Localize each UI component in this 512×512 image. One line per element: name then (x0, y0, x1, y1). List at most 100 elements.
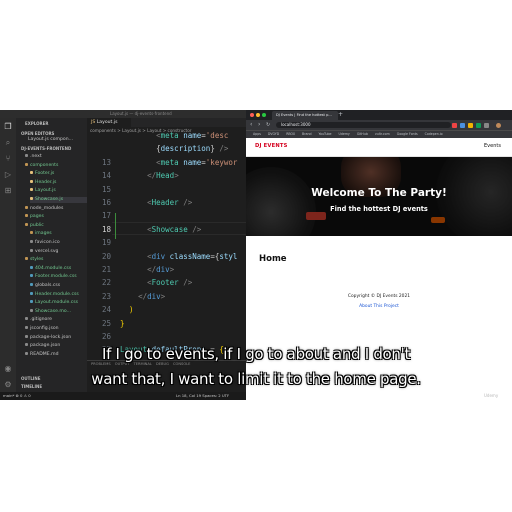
file-icon (30, 248, 33, 252)
minimize-window-icon[interactable] (256, 113, 260, 117)
vscode-titlebar: Layout.js — dj-events-frontend (0, 110, 246, 118)
tree-item[interactable]: Header.js (30, 179, 87, 186)
search-icon[interactable]: ⌕ (3, 138, 13, 148)
profile-avatar[interactable] (496, 123, 501, 128)
tree-item-label: components (30, 162, 59, 168)
tree-item[interactable]: Showcase.js (30, 197, 87, 203)
tree-item-label: node_modules (30, 205, 64, 211)
browser-tab[interactable]: DJ Events | Find the hottest p... (272, 111, 338, 120)
code-line[interactable]: {description} /> (120, 144, 228, 153)
project-header[interactable]: DJ-EVENTS-FRONTEND (21, 146, 71, 151)
tree-item[interactable]: Footer.module.css (30, 274, 87, 280)
bookmark-item[interactable]: Google Fonts (397, 132, 418, 136)
tree-item[interactable]: pages (25, 214, 87, 220)
tree-item[interactable]: Layout.module.css (30, 300, 87, 306)
tree-item[interactable]: images (30, 231, 87, 237)
tree-item[interactable]: node_modules (25, 205, 87, 212)
file-icon (30, 179, 33, 183)
bookmark-item[interactable]: GitHub (357, 132, 368, 136)
code-line[interactable]: </Head> (120, 171, 179, 180)
tree-item[interactable]: favicon.ico (30, 240, 87, 246)
tree-item-label: 404.module.css (35, 265, 72, 271)
back-icon[interactable]: ‹ (250, 121, 252, 129)
tree-item[interactable]: .gitignore (25, 317, 87, 323)
explorer-title: EXPLORER (25, 121, 49, 126)
browser-toolbar: ‹ › ↻ localhost:3000 (246, 120, 512, 130)
bookmark-item[interactable]: RBOX (286, 132, 295, 136)
extension-icon[interactable] (452, 123, 457, 128)
status-right[interactable]: Ln 18, Col 19 Spaces: 2 UTF (176, 393, 229, 398)
line-number: 23 (101, 291, 111, 301)
line-number: 19 (101, 238, 111, 248)
tree-item[interactable]: .next (25, 154, 87, 160)
bookmark-item[interactable]: Udemy (339, 132, 350, 136)
line-number: 16 (101, 198, 111, 207)
maximize-window-icon[interactable] (262, 113, 266, 117)
file-icon (25, 222, 28, 226)
tree-item[interactable]: Footer.js (30, 171, 87, 177)
tree-item[interactable]: Showcase.mo... (30, 308, 87, 315)
code-line[interactable]: <meta name='keywor (120, 158, 237, 167)
code-line[interactable]: <meta name='desc (120, 131, 228, 140)
tree-item-label: .next (30, 154, 42, 159)
tree-item[interactable]: 404.module.css (30, 265, 87, 272)
tree-item[interactable]: public (25, 222, 87, 229)
run-debug-icon[interactable]: ▷ (3, 170, 13, 180)
tree-item-label: images (35, 231, 52, 237)
footer-about-link[interactable]: About This Project (246, 304, 512, 309)
tree-item-label: Footer.module.css (35, 274, 77, 280)
file-icon (30, 283, 33, 286)
tree-item[interactable]: package-lock.json (25, 334, 87, 341)
extension-icon[interactable] (484, 123, 489, 128)
extension-icon[interactable] (460, 123, 465, 128)
address-bar[interactable]: localhost:3000 (276, 122, 451, 128)
code-line[interactable]: <Footer /> (120, 278, 192, 287)
tree-item[interactable]: styles (25, 257, 87, 263)
code-line[interactable]: <Header /> (120, 198, 192, 207)
extension-icon[interactable] (468, 123, 473, 128)
video-frame: Layout.js — dj-events-frontend ❐ ⌕ ⑂ ▷ ⊞… (0, 0, 512, 512)
file-icon (30, 197, 33, 200)
open-editor-item[interactable]: Layout.js compon... (28, 137, 73, 143)
source-control-icon[interactable]: ⑂ (3, 154, 13, 164)
tree-item[interactable]: jsconfig.json (25, 326, 87, 332)
extensions-icon[interactable]: ⊞ (3, 186, 13, 196)
footer-copyright: Copyright © DJ Events 2021 (347, 294, 411, 299)
tree-item-label: .gitignore (30, 317, 52, 323)
window-title: Layout.js — dj-events-frontend (110, 111, 172, 116)
tree-item[interactable]: globals.css (30, 283, 87, 289)
extension-icon[interactable] (476, 123, 481, 128)
tree-item[interactable]: Header.module.css (30, 291, 87, 298)
file-icon (25, 154, 28, 157)
bookmark-item[interactable]: Brand (302, 132, 312, 136)
tree-item-label: favicon.ico (35, 240, 60, 245)
tree-item-label: Layout.module.css (35, 300, 79, 306)
tree-item-label: pages (30, 214, 44, 220)
close-window-icon[interactable] (250, 113, 254, 117)
site-logo[interactable]: DJ EVENTS (255, 143, 288, 149)
file-icon (25, 334, 28, 338)
new-tab-icon[interactable]: + (338, 111, 343, 118)
tree-item-label: Header.js (35, 179, 57, 185)
nav-link-events[interactable]: Events (484, 143, 501, 149)
code-line[interactable]: </div> (120, 265, 174, 274)
bookmark-item[interactable]: Codepen.io (425, 132, 443, 136)
tree-item[interactable]: components (25, 162, 87, 169)
tree-item[interactable]: Layout.js (30, 188, 87, 194)
code-line[interactable]: } (120, 319, 125, 328)
reload-icon[interactable]: ↻ (266, 121, 270, 129)
files-icon[interactable]: ❐ (3, 122, 13, 132)
code-line[interactable]: <div className={styl (120, 252, 237, 261)
bookmark-item[interactable]: DVGYD (268, 132, 279, 136)
tree-item-label: globals.css (35, 283, 61, 288)
tree-item[interactable]: vercel.svg (30, 248, 87, 255)
forward-icon[interactable]: › (258, 121, 260, 129)
code-line[interactable]: <Showcase /> (120, 225, 201, 234)
bookmark-item[interactable]: YouTube (319, 132, 332, 136)
status-left[interactable]: main* ⊗ 0 ⚠ 0 (3, 393, 31, 398)
code-line[interactable]: </div> (120, 292, 165, 301)
open-editors-header[interactable]: OPEN EDITORS (21, 131, 54, 136)
bookmark-item[interactable]: vultr.com (375, 132, 390, 136)
bookmark-item[interactable]: Apps (253, 132, 261, 136)
code-line[interactable]: ) (120, 305, 134, 314)
